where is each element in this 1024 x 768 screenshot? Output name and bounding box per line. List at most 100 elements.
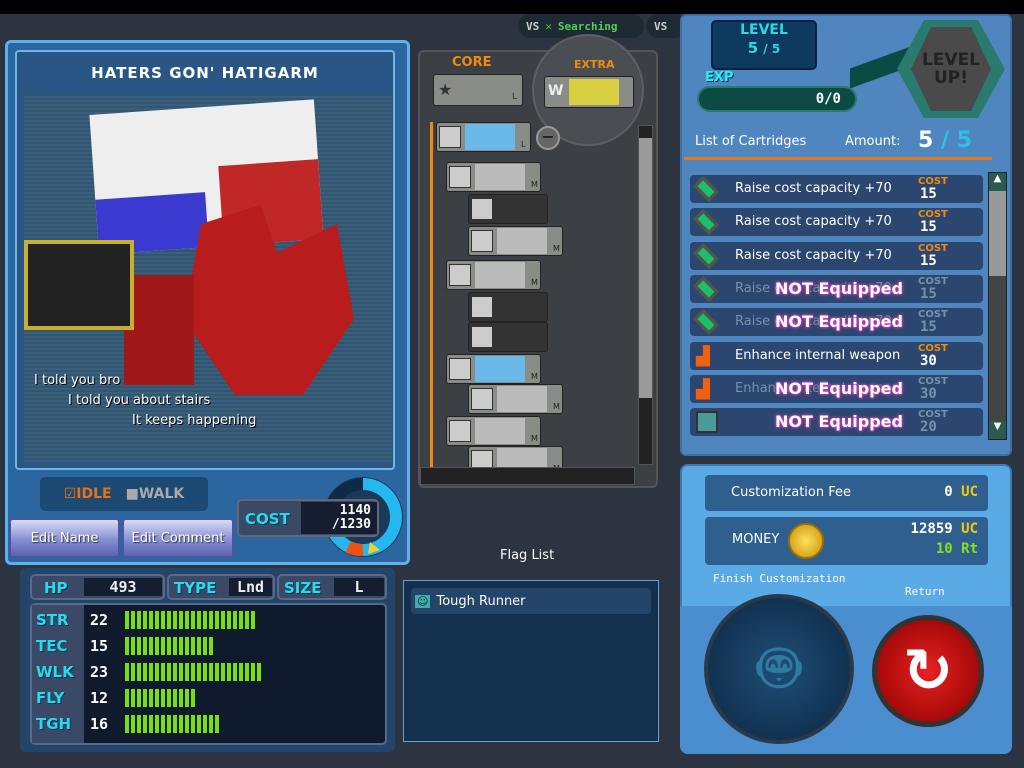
- extra-slot[interactable]: W: [544, 76, 634, 108]
- cost-gauge-over: [345, 541, 364, 556]
- not-equipped-label: NOT Equipped: [775, 412, 903, 432]
- part-image: [475, 418, 525, 444]
- stat-value: 22: [90, 611, 109, 629]
- cost-current: 1140: [339, 503, 371, 518]
- part-type-icon: [471, 198, 493, 220]
- part-slot[interactable]: L: [436, 122, 531, 152]
- part-type-icon: [471, 326, 493, 348]
- cartridge-name: Raise cost capacity +70: [735, 247, 892, 263]
- part-slot[interactable]: M: [446, 354, 541, 384]
- robot-preview[interactable]: I told you bro I told you about stairs I…: [24, 95, 392, 462]
- cartridge-name: Raise cost capacity +70: [735, 181, 892, 196]
- scroll-down-button[interactable]: ▼: [989, 421, 1006, 439]
- core-slot[interactable]: ★ L: [433, 74, 523, 106]
- green-capsule-icon: [693, 209, 719, 236]
- cartridge-item[interactable]: COST 20 NOT Equipped: [690, 408, 983, 437]
- uc-amount: 12859: [910, 521, 953, 537]
- type-label: TYPE: [174, 579, 217, 597]
- size-tag: M: [531, 278, 538, 287]
- part-slot[interactable]: [468, 194, 548, 224]
- size-value: L: [334, 578, 384, 596]
- walk-checkbox[interactable]: ■WALK: [126, 486, 185, 502]
- level-box: LEVEL 5 / 5: [711, 20, 817, 70]
- return-arrow-icon: ↻: [902, 636, 954, 706]
- vs-label: VS: [526, 19, 540, 33]
- currency-rt: Rt: [961, 541, 978, 557]
- remove-part-button[interactable]: −: [536, 126, 560, 150]
- part-slot[interactable]: [468, 292, 548, 322]
- level-up-label: LEVEL UP!: [911, 27, 991, 111]
- cartridge-cost: 15: [920, 219, 937, 236]
- tree-scrollbar[interactable]: [638, 125, 653, 465]
- stat-label: TGH: [36, 715, 72, 733]
- hp-box: HP 493: [30, 574, 165, 600]
- idle-checkbox[interactable]: ☑IDLE: [64, 486, 112, 502]
- return-button[interactable]: ↻: [872, 615, 984, 727]
- stat-label: TEC: [36, 637, 68, 655]
- green-capsule-icon: [693, 309, 719, 335]
- part-type-icon: [449, 264, 471, 286]
- cost-box: COST 1140/1230: [237, 499, 379, 537]
- cartridge-item[interactable]: Raise cost capacity +70 COST 15 NOT Equi…: [690, 274, 983, 303]
- part-slot[interactable]: M: [468, 446, 563, 467]
- money-label: MONEY: [732, 532, 780, 547]
- flag-list-title: Flag List: [500, 548, 555, 563]
- part-slot[interactable]: [468, 322, 548, 352]
- robot-icon: 🤖︎: [758, 626, 800, 708]
- flag-label: Tough Runner: [436, 593, 526, 609]
- cartridge-item[interactable]: ▟ Enhance internal weapon COST 30: [690, 341, 983, 370]
- part-slot[interactable]: M: [446, 416, 541, 446]
- edit-name-button[interactable]: Edit Name: [9, 518, 120, 558]
- cartridge-amount: 5 / 5: [918, 128, 972, 153]
- cartridge-cost: 20: [920, 419, 937, 436]
- cartridge-cost: 15: [920, 186, 937, 202]
- extra-label: EXTRA: [574, 58, 615, 71]
- comment-line: I told you about stairs: [68, 393, 211, 408]
- fee-row: Customization Fee 0 UC: [705, 475, 988, 511]
- coin-icon: [788, 523, 824, 559]
- finish-customization-button[interactable]: 🤖︎: [704, 594, 854, 744]
- cartridge-item[interactable]: Raise cost capacity +70 COST 15: [690, 208, 983, 237]
- scroll-thumb[interactable]: [989, 191, 1006, 276]
- stat-label: WLK: [36, 663, 74, 681]
- level-current: 5: [747, 39, 759, 57]
- comment-line: I told you bro: [34, 373, 121, 388]
- hp-value: 493: [84, 578, 162, 596]
- fee-value: 0: [944, 484, 953, 500]
- amount-max: 5: [956, 128, 972, 153]
- stat-label: FLY: [36, 689, 65, 707]
- hp-label: HP: [44, 579, 68, 597]
- cartridge-scrollbar[interactable]: ▲ ▼: [988, 172, 1007, 440]
- not-equipped-label: NOT Equipped: [775, 312, 903, 332]
- stat-value: 15: [90, 637, 109, 655]
- cartridge-item[interactable]: Raise cost capacity +70 COST 15: [690, 241, 983, 270]
- part-slot[interactable]: M: [446, 260, 541, 290]
- animation-toggle: ☑IDLE ■WALK: [40, 477, 208, 511]
- size-tag: L: [521, 140, 526, 149]
- cartridge-item[interactable]: Raise cost capacity +70 COST 15 NOT Equi…: [690, 308, 983, 337]
- part-type-icon: [449, 358, 471, 380]
- size-tag: M: [553, 402, 560, 411]
- size-tag: L: [512, 92, 518, 102]
- cartridge-cost: 15: [920, 285, 937, 302]
- exp-value: 0/0: [815, 91, 841, 107]
- edit-comment-button[interactable]: Edit Comment: [122, 518, 234, 558]
- cartridge-item[interactable]: ▟ Enhance internal weapon COST 30 NOT Eq…: [690, 374, 983, 403]
- amount-current: 5: [918, 128, 934, 153]
- tree-line: [430, 122, 433, 467]
- cartridge-name: Enhance internal weapon: [735, 347, 901, 363]
- cartridge-item[interactable]: Raise cost capacity +70 COST 15: [690, 175, 983, 203]
- part-slot[interactable]: M: [468, 384, 563, 414]
- part-image: [465, 124, 515, 150]
- flag-item[interactable]: ☺ Tough Runner: [411, 588, 651, 614]
- size-box: SIZE L: [277, 574, 387, 600]
- robot-face-icon: [696, 411, 718, 434]
- robot-weapon: [24, 240, 134, 330]
- part-slot[interactable]: M: [468, 226, 563, 256]
- tree-scroll-thumb[interactable]: [639, 138, 652, 398]
- tree-hscrollbar[interactable]: [420, 467, 635, 485]
- stat-bars: STR 22 TEC 15 WLK 23 FLY 12 TGH 16: [30, 603, 387, 745]
- scroll-up-button[interactable]: ▲: [989, 173, 1006, 191]
- part-slot[interactable]: M: [446, 162, 541, 192]
- green-capsule-icon: [693, 242, 719, 269]
